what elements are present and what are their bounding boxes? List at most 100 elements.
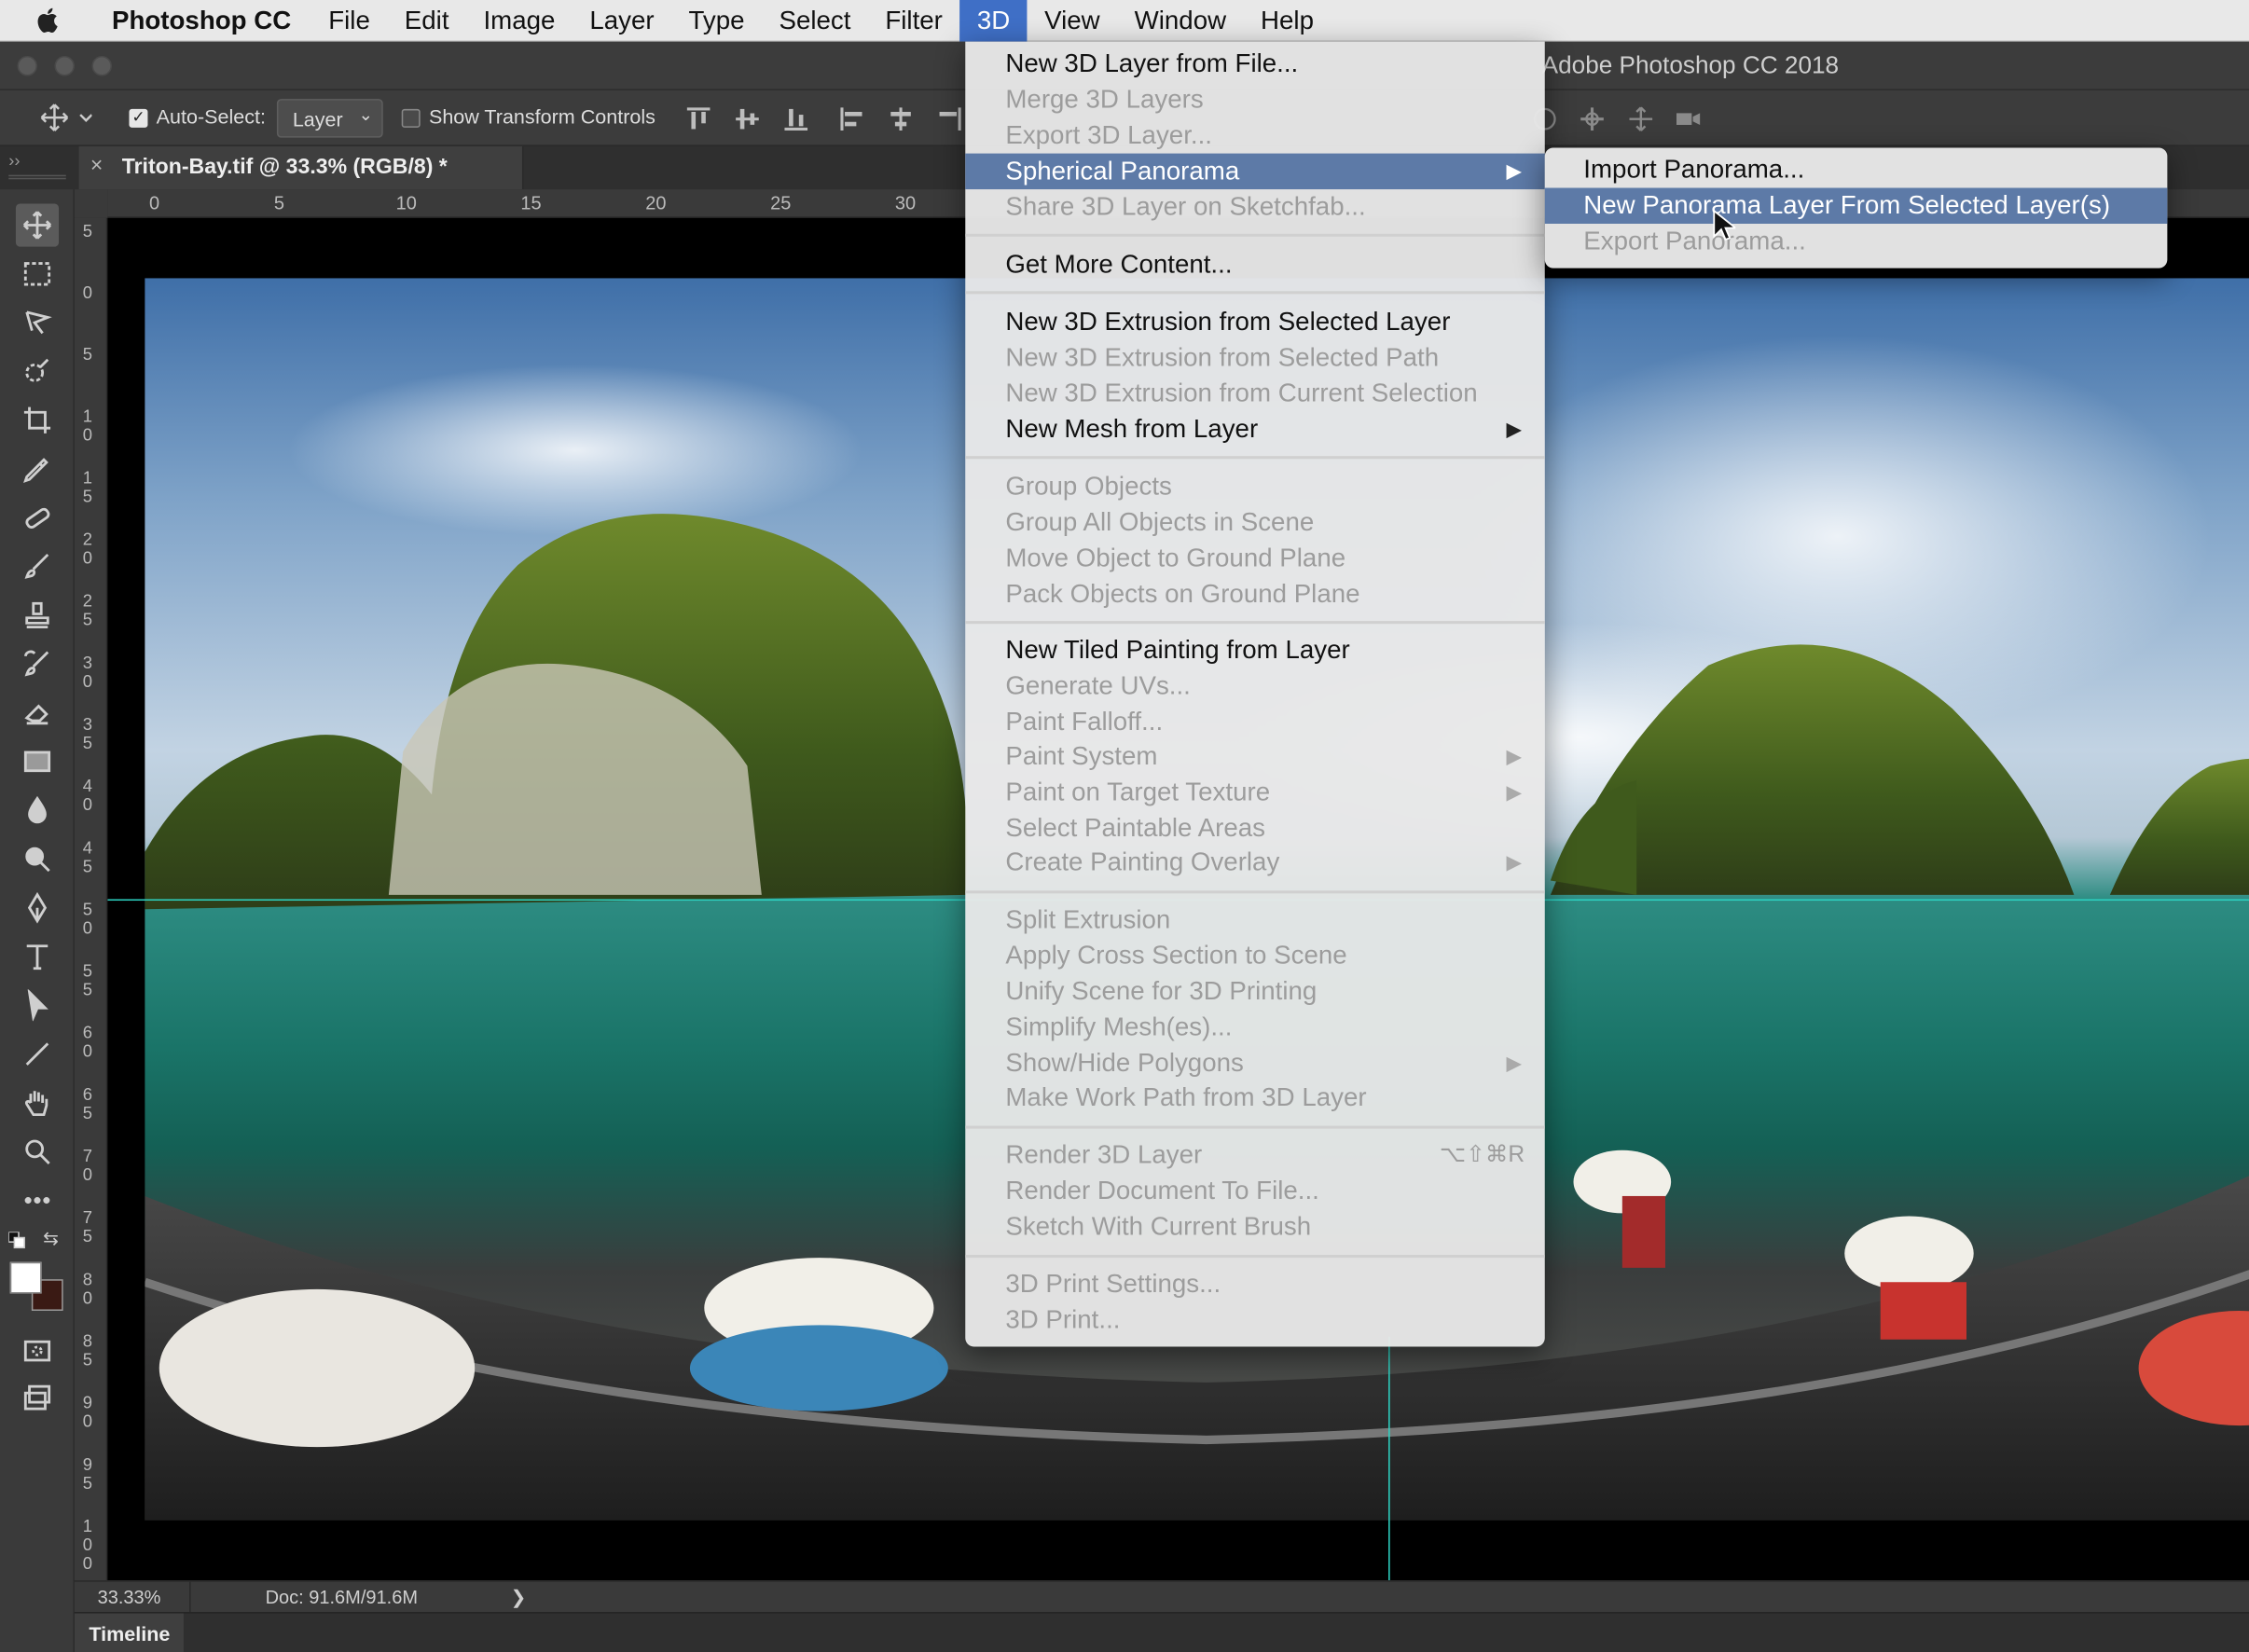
menu-item-new-tiled-painting-from-layer[interactable]: New Tiled Painting from Layer [965,632,1544,668]
menu-item-new-3d-extrusion-from-selected-path[interactable]: New 3D Extrusion from Selected Path [965,340,1544,376]
crop-tool-icon[interactable] [16,399,59,442]
eyedropper-tool-icon[interactable] [16,447,59,490]
screen-mode-icon[interactable] [16,1377,59,1420]
menu-item-pack-objects-on-ground-plane[interactable]: Pack Objects on Ground Plane [965,576,1544,612]
vertical-ruler[interactable]: 5 0 5 1 0 1 5 2 0 2 5 3 0 3 5 4 0 4 5 5 … [74,217,108,1581]
submenu-item-import-panorama[interactable]: Import Panorama... [1545,152,2168,187]
line-tool-icon[interactable] [16,1033,59,1076]
menu-item-get-more-content[interactable]: Get More Content... [965,247,1544,282]
eraser-tool-icon[interactable] [16,691,59,734]
close-tab-icon[interactable]: × [90,154,103,178]
menu-item-paint-on-target-texture[interactable]: Paint on Target Texture ▶ [965,775,1544,810]
align-bottom-edges-icon[interactable] [783,106,809,132]
close-window-button[interactable] [17,55,37,76]
submenu-item-export-panorama[interactable]: Export Panorama... [1545,224,2168,259]
3d-camera-icon[interactable] [1676,106,1702,132]
menu-item-share-3d-layer-on-sketchfab[interactable]: Share 3D Layer on Sketchfab... [965,189,1544,225]
menu-filter[interactable]: Filter [868,0,959,41]
panel-collapse-icon[interactable]: ›› [8,151,20,172]
menu-item-new-mesh-from-layer[interactable]: New Mesh from Layer ▶ [965,411,1544,447]
align-top-edges-icon[interactable] [685,106,711,132]
blur-tool-icon[interactable] [16,789,59,832]
auto-select-dropdown[interactable]: Layer ⌄ [276,99,383,138]
menu-file[interactable]: File [311,0,388,41]
menu-item-export-3d-layer[interactable]: Export 3D Layer... [965,117,1544,153]
menu-help[interactable]: Help [1244,0,1331,41]
menu-item-paint-system[interactable]: Paint System ▶ [965,738,1544,774]
auto-select-checkbox[interactable]: ✓ Auto-Select: [129,104,266,128]
healing-brush-tool-icon[interactable] [16,496,59,539]
menu-item-move-object-to-ground-plane[interactable]: Move Object to Ground Plane [965,541,1544,576]
menu-item-make-work-path-from-3d-layer[interactable]: Make Work Path from 3D Layer [965,1080,1544,1115]
align-right-edges-icon[interactable] [937,106,963,132]
zoom-level[interactable]: 33.33% [98,1586,161,1607]
vertical-guide[interactable] [1388,1336,1390,1581]
document-tab[interactable]: × Triton-Bay.tif @ 33.3% (RGB/8) * [78,145,524,190]
menu-view[interactable]: View [1028,0,1117,41]
menu-item-select-paintable-areas[interactable]: Select Paintable Areas [965,810,1544,846]
pen-tool-icon[interactable] [16,887,59,929]
submenu-item-new-panorama-layer-from-selected-layers[interactable]: New Panorama Layer From Selected Layer(s… [1544,187,2168,224]
history-brush-tool-icon[interactable] [16,642,59,685]
menu-edit[interactable]: Edit [387,0,466,41]
menu-item-simplify-meshes[interactable]: Simplify Mesh(es)... [965,1010,1544,1045]
apple-icon[interactable] [34,5,66,36]
menu-item-render-document-to-file[interactable]: Render Document To File... [965,1173,1544,1208]
menu-item-apply-cross-section-to-scene[interactable]: Apply Cross Section to Scene [965,938,1544,973]
menu-app-name[interactable]: Photoshop CC [95,0,311,41]
menu-item-paint-falloff[interactable]: Paint Falloff... [965,704,1544,739]
menu-item-group-all-objects-in-scene[interactable]: Group All Objects in Scene [965,504,1544,540]
swap-colors-icon[interactable]: ⇆ [43,1228,59,1251]
menu-item-unify-scene-for-3d-printing[interactable]: Unify Scene for 3D Printing [965,974,1544,1010]
menu-item-3d-print[interactable]: 3D Print... [965,1302,1544,1338]
menu-layer[interactable]: Layer [573,0,671,41]
lasso-tool-icon[interactable] [16,301,59,344]
menu-item-split-extrusion[interactable]: Split Extrusion [965,902,1544,938]
timeline-tab[interactable]: Timeline [74,1613,184,1652]
path-selection-tool-icon[interactable] [16,984,59,1026]
gradient-tool-icon[interactable] [16,740,59,783]
status-menu-arrow-icon[interactable]: ❯ [511,1586,527,1609]
align-horizontal-centers-icon[interactable] [888,106,914,132]
toolbar-grip[interactable] [8,174,66,180]
menu-item-3d-print-settings[interactable]: 3D Print Settings... [965,1266,1544,1301]
zoom-window-button[interactable] [91,55,112,76]
menu-item-new-3d-layer-from-file[interactable]: New 3D Layer from File... [965,46,1544,81]
more-tools-icon[interactable] [16,1178,59,1221]
marquee-tool-icon[interactable] [16,253,59,296]
menu-item-sketch-with-current-brush[interactable]: Sketch With Current Brush [965,1209,1544,1245]
move-tool-icon[interactable] [15,203,60,247]
menu-item-render-3d-layer[interactable]: Render 3D Layer ⌥⇧⌘R [965,1137,1544,1173]
menu-item-group-objects[interactable]: Group Objects [965,469,1544,504]
type-tool-icon[interactable] [16,935,59,978]
menu-type[interactable]: Type [671,0,762,41]
quick-mask-icon[interactable] [16,1329,59,1372]
menu-item-merge-3d-layers[interactable]: Merge 3D Layers [965,82,1544,117]
menu-item-new-3d-extrusion-from-current-selection[interactable]: New 3D Extrusion from Current Selection [965,376,1544,411]
quick-selection-tool-icon[interactable] [16,350,59,392]
menu-window[interactable]: Window [1117,0,1243,41]
hand-tool-icon[interactable] [16,1081,59,1124]
menu-item-show-hide-polygons[interactable]: Show/Hide Polygons ▶ [965,1045,1544,1081]
clone-stamp-tool-icon[interactable] [16,594,59,637]
3d-pan-icon[interactable] [1580,106,1606,132]
zoom-tool-icon[interactable] [16,1130,59,1173]
3d-slide-icon[interactable] [1628,106,1654,132]
minimize-window-button[interactable] [54,55,75,76]
show-transform-controls-checkbox[interactable]: Show Transform Controls [401,104,655,128]
menu-separator [965,890,1545,894]
menu-image[interactable]: Image [466,0,573,41]
menu-item-new-3d-extrusion-from-selected-layer[interactable]: New 3D Extrusion from Selected Layer [965,304,1544,339]
menu-3d[interactable]: 3D [959,0,1028,41]
menu-item-generate-uvs[interactable]: Generate UVs... [965,668,1544,704]
align-vertical-centers-icon[interactable] [735,106,761,132]
menu-item-create-painting-overlay[interactable]: Create Painting Overlay ▶ [965,845,1544,880]
align-left-edges-icon[interactable] [839,106,865,132]
brush-tool-icon[interactable] [16,545,59,588]
menu-item-spherical-panorama[interactable]: Spherical Panorama ▶ [965,153,1545,190]
dodge-tool-icon[interactable] [16,837,59,880]
move-tool-preset-icon[interactable] [40,103,93,136]
default-colors-icon[interactable] [7,1231,25,1249]
menu-select[interactable]: Select [762,0,868,41]
foreground-color-swatch[interactable] [9,1261,42,1294]
